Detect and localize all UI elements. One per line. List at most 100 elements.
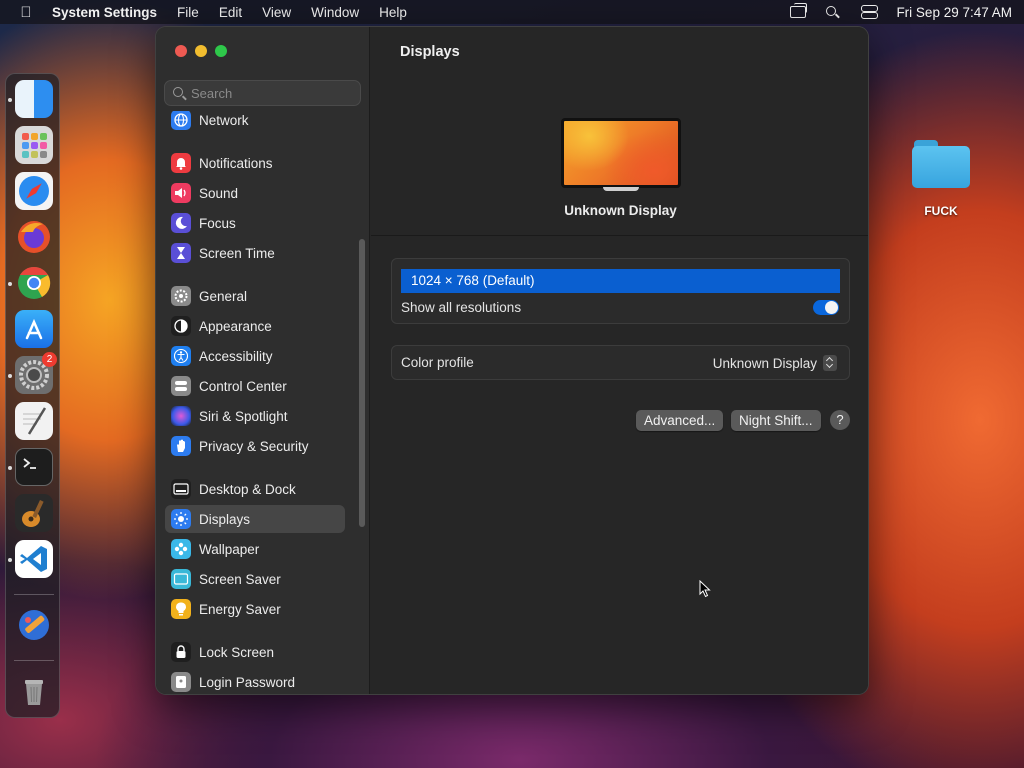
sidebar: Network Notifications Sound Focus bbox=[156, 27, 370, 694]
close-window-button[interactable] bbox=[175, 45, 187, 57]
sidebar-item-notifications[interactable]: Notifications bbox=[165, 149, 345, 177]
dock-running-indicator bbox=[8, 282, 12, 286]
show-all-resolutions-label: Show all resolutions bbox=[401, 300, 522, 315]
sidebar-item-displays[interactable]: Displays bbox=[165, 505, 345, 533]
lightbulb-icon bbox=[171, 599, 191, 619]
terminal-icon[interactable] bbox=[15, 448, 53, 486]
sidebar-item-label: Control Center bbox=[199, 378, 287, 394]
menu-help[interactable]: Help bbox=[379, 5, 407, 20]
advanced-button[interactable]: Advanced... bbox=[636, 410, 724, 431]
sidebar-scrollbar[interactable] bbox=[359, 239, 365, 527]
sun-icon bbox=[171, 509, 191, 529]
sidebar-item-focus[interactable]: Focus bbox=[165, 209, 345, 237]
sidebar-item-sound[interactable]: Sound bbox=[165, 179, 345, 207]
desktop-folder[interactable]: FUCK bbox=[905, 138, 977, 218]
dock-running-indicator bbox=[8, 558, 12, 562]
menu-view[interactable]: View bbox=[262, 5, 291, 20]
sidebar-item-siri-spotlight[interactable]: Siri & Spotlight bbox=[165, 402, 345, 430]
sidebar-item-label: Displays bbox=[199, 511, 251, 527]
launchpad-icon[interactable] bbox=[15, 126, 53, 164]
desktop-folder-label: FUCK bbox=[924, 204, 958, 218]
sidebar-item-label: Network bbox=[199, 112, 249, 128]
bell-icon bbox=[171, 153, 191, 173]
garageband-icon[interactable] bbox=[15, 494, 53, 532]
folder-icon bbox=[912, 138, 970, 188]
sidebar-item-network[interactable]: Network bbox=[165, 111, 345, 134]
menu-file[interactable]: File bbox=[177, 5, 199, 20]
mouse-cursor-icon bbox=[699, 580, 711, 598]
dock-icon bbox=[171, 479, 191, 499]
search-input[interactable] bbox=[191, 85, 351, 101]
color-profile-group: Color profile Unknown Display bbox=[391, 345, 850, 380]
chrome-icon[interactable] bbox=[15, 264, 53, 302]
sidebar-item-label: General bbox=[199, 288, 248, 304]
sidebar-item-label: Sound bbox=[199, 185, 239, 201]
minimize-window-button[interactable] bbox=[195, 45, 207, 57]
sidebar-item-energy-saver[interactable]: Energy Saver bbox=[165, 595, 345, 623]
speaker-icon bbox=[171, 183, 191, 203]
display-name: Unknown Display bbox=[564, 203, 677, 218]
sidebar-item-general[interactable]: General bbox=[165, 282, 345, 310]
divider bbox=[371, 235, 868, 236]
sidebar-search[interactable] bbox=[164, 80, 361, 106]
sidebar-item-lock-screen[interactable]: Lock Screen bbox=[165, 638, 345, 666]
menu-bar:  System Settings File Edit View Window … bbox=[0, 0, 1024, 24]
resolution-option-selected[interactable]: 1024 × 768 (Default) bbox=[401, 269, 840, 293]
sidebar-item-privacy-security[interactable]: Privacy & Security bbox=[165, 432, 345, 460]
appearance-icon bbox=[171, 316, 191, 336]
menu-clock[interactable]: Fri Sep 29 7:47 AM bbox=[896, 5, 1012, 20]
system-settings-icon[interactable]: 2 bbox=[15, 352, 57, 394]
apple-menu-icon[interactable]:  bbox=[12, 4, 40, 21]
screen-mirroring-icon[interactable] bbox=[790, 3, 808, 18]
sidebar-item-appearance[interactable]: Appearance bbox=[165, 312, 345, 340]
notes-pencil-icon[interactable] bbox=[15, 606, 53, 644]
sidebar-item-control-center[interactable]: Control Center bbox=[165, 372, 345, 400]
night-shift-button[interactable]: Night Shift... bbox=[731, 410, 821, 431]
search-icon bbox=[173, 87, 183, 97]
vscode-icon[interactable] bbox=[15, 540, 53, 578]
screensaver-icon bbox=[171, 569, 191, 589]
zoom-window-button[interactable] bbox=[215, 45, 227, 57]
control-center-menu-icon[interactable] bbox=[860, 5, 879, 19]
wallpaper-icon bbox=[171, 539, 191, 559]
dock-separator bbox=[14, 660, 54, 661]
menu-edit[interactable]: Edit bbox=[219, 5, 242, 20]
sidebar-item-label: Login Password bbox=[199, 674, 296, 690]
trash-icon[interactable] bbox=[15, 672, 53, 710]
sidebar-item-screen-time[interactable]: Screen Time bbox=[165, 239, 345, 267]
sidebar-item-label: Desktop & Dock bbox=[199, 481, 296, 497]
sidebar-item-desktop-dock[interactable]: Desktop & Dock bbox=[165, 475, 345, 503]
spotlight-search-icon[interactable] bbox=[824, 5, 842, 19]
sidebar-item-label: Notifications bbox=[199, 155, 273, 171]
sidebar-list: Network Notifications Sound Focus Screen… bbox=[156, 111, 356, 694]
app-store-icon[interactable] bbox=[15, 310, 53, 348]
color-profile-popup[interactable]: Unknown Display bbox=[713, 355, 837, 371]
dock: 2 bbox=[5, 73, 60, 718]
menu-app-name[interactable]: System Settings bbox=[52, 5, 157, 20]
sidebar-item-accessibility[interactable]: Accessibility bbox=[165, 342, 345, 370]
page-title: Displays bbox=[400, 44, 460, 60]
sidebar-item-login-password[interactable]: Login Password bbox=[165, 668, 345, 694]
menu-window[interactable]: Window bbox=[311, 5, 359, 20]
notification-badge: 2 bbox=[42, 352, 57, 367]
show-all-resolutions-toggle[interactable] bbox=[813, 300, 839, 315]
siri-icon bbox=[171, 406, 191, 426]
textedit-icon[interactable] bbox=[15, 402, 53, 440]
control-center-icon bbox=[171, 376, 191, 396]
dock-running-indicator bbox=[8, 466, 12, 470]
finder-icon[interactable] bbox=[15, 80, 53, 118]
help-button[interactable]: ? bbox=[830, 410, 850, 430]
display-thumbnail[interactable] bbox=[561, 118, 681, 191]
displays-pane: Displays Unknown Display 1024 × 768 (Def… bbox=[371, 27, 868, 694]
dock-running-indicator bbox=[8, 98, 12, 102]
sidebar-item-label: Siri & Spotlight bbox=[199, 408, 288, 424]
sidebar-item-wallpaper[interactable]: Wallpaper bbox=[165, 535, 345, 563]
firefox-icon[interactable] bbox=[15, 218, 53, 256]
safari-icon[interactable] bbox=[15, 172, 53, 210]
color-profile-value: Unknown Display bbox=[712, 355, 817, 371]
sidebar-item-screen-saver[interactable]: Screen Saver bbox=[165, 565, 345, 593]
sidebar-item-label: Screen Time bbox=[199, 245, 275, 261]
resolution-group: 1024 × 768 (Default) Show all resolution… bbox=[391, 258, 850, 324]
hourglass-icon bbox=[171, 243, 191, 263]
sidebar-item-label: Focus bbox=[199, 215, 236, 231]
